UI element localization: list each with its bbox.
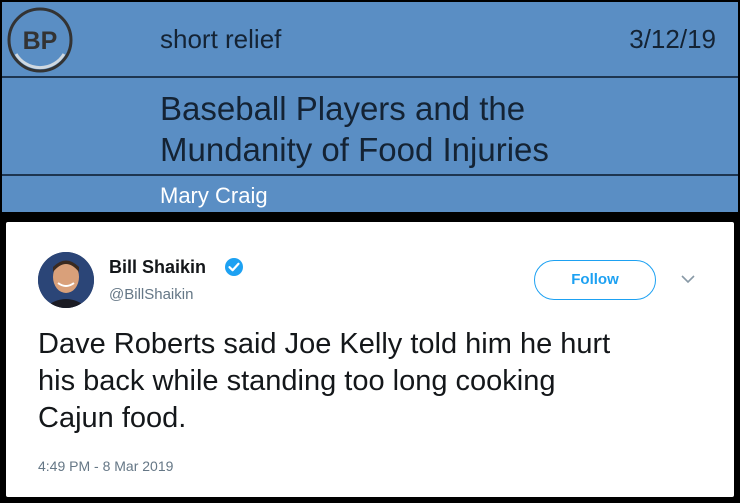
section-label: short relief bbox=[160, 24, 282, 54]
tweet-text-line-1: Dave Roberts said Joe Kelly told him he … bbox=[38, 328, 611, 360]
user-handle[interactable]: @BillShaikin bbox=[109, 286, 193, 303]
screenshot-frame: BP short relief 3/12/19 Baseball Players… bbox=[0, 0, 740, 503]
header-title-row: Baseball Players and the Mundanity of Fo… bbox=[2, 78, 738, 176]
tweet-text-line-3: Cajun food. bbox=[38, 402, 187, 434]
follow-button[interactable]: Follow bbox=[534, 260, 656, 300]
header-author-row: Mary Craig bbox=[2, 176, 738, 212]
tweet-text-line-2: his back while standing too long cooking bbox=[38, 365, 556, 397]
article-header: BP short relief 3/12/19 Baseball Players… bbox=[2, 2, 738, 212]
tweet-timestamp[interactable]: 4:49 PM - 8 Mar 2019 bbox=[38, 458, 173, 474]
chevron-down-icon[interactable] bbox=[680, 273, 696, 285]
display-name[interactable]: Bill Shaikin bbox=[109, 257, 206, 278]
title-line-2: Mundanity of Food Injuries bbox=[160, 131, 549, 168]
tweet-text: Dave Roberts said Joe Kelly told him he … bbox=[38, 326, 718, 437]
verified-badge-icon bbox=[225, 258, 243, 276]
publish-date: 3/12/19 bbox=[629, 24, 716, 54]
title-line-1: Baseball Players and the bbox=[160, 90, 526, 127]
logo-text: BP bbox=[23, 27, 58, 55]
embedded-tweet: Bill Shaikin @BillShaikin Follow Dave Ro… bbox=[6, 222, 734, 497]
author-name[interactable]: Mary Craig bbox=[160, 183, 268, 209]
avatar[interactable] bbox=[38, 252, 94, 308]
bp-logo: BP bbox=[7, 7, 73, 73]
header-top-row: BP short relief 3/12/19 bbox=[2, 2, 738, 78]
article-title: Baseball Players and the Mundanity of Fo… bbox=[160, 88, 700, 170]
